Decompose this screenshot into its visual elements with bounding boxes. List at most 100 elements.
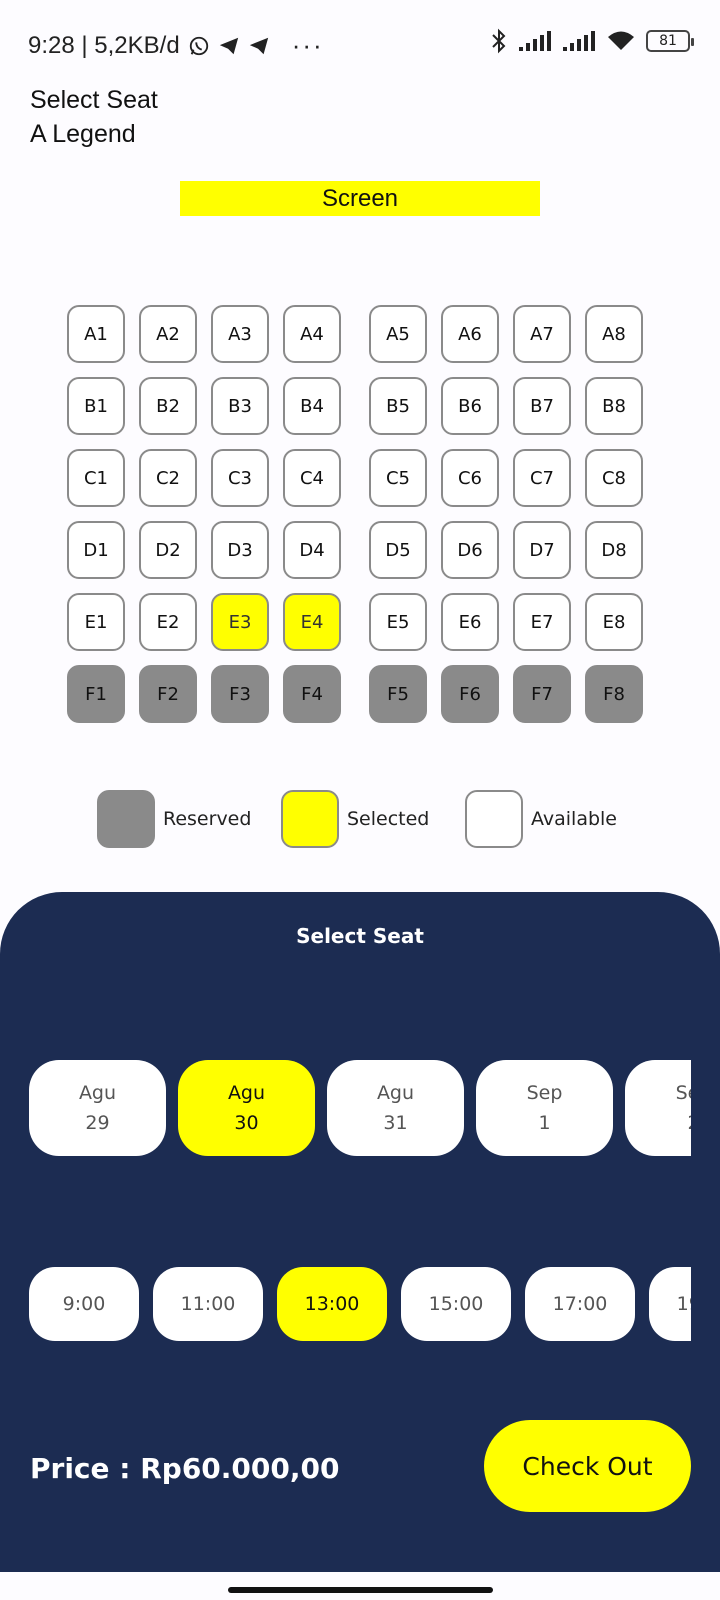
date-day: 31 [383,1112,408,1134]
time-chip[interactable]: 9:00 [29,1267,139,1341]
time-chip[interactable]: 15:00 [401,1267,511,1341]
cinema-screen: Screen [180,181,540,216]
seat-a3[interactable]: A3 [211,305,269,363]
seat-e3[interactable]: E3 [211,593,269,651]
booking-panel: Select Seat Agu 29 Agu 30 Agu 31 Sep 1 Sep 2 9:00… [0,892,720,1572]
seat-c1[interactable]: C1 [67,449,125,507]
signal-icon [518,31,552,51]
date-month: Agu [376,1082,415,1104]
seat-row-c: C1 C2 C3 C4 C5 C6 C7 C8 [67,449,653,507]
price-label: Price : Rp60.000,00 [30,1452,340,1485]
time-selector[interactable]: 9:0011:0013:0015:0017:00 19:00 [29,1267,691,1341]
seat-d1[interactable]: D1 [67,521,125,579]
seat-d8[interactable]: D8 [585,521,643,579]
legend-selected: Selected [281,790,429,848]
date-selector[interactable]: Agu 29 Agu 30 Agu 31 Sep 1 Sep 2 [29,1060,691,1156]
seat-b5[interactable]: B5 [369,377,427,435]
seat-a5[interactable]: A5 [369,305,427,363]
status-time-speed: 9:28 | 5,2KB/d [28,31,180,59]
seat-b2[interactable]: B2 [139,377,197,435]
seat-c8[interactable]: C8 [585,449,643,507]
legend-selected-swatch [281,790,339,848]
date-day: 30 [234,1112,259,1134]
home-indicator[interactable] [228,1587,493,1593]
seat-f5: F5 [369,665,427,723]
seat-b8[interactable]: B8 [585,377,643,435]
status-bar: 9:28 | 5,2KB/d ··· 81 [0,0,720,86]
seat-a7[interactable]: A7 [513,305,571,363]
date-card[interactable]: Agu 30 [178,1060,315,1156]
seat-c4[interactable]: C4 [283,449,341,507]
date-card[interactable]: Agu 31 [327,1060,464,1156]
seat-c3[interactable]: C3 [211,449,269,507]
seat-legend: Reserved Selected Available [0,790,720,848]
seat-b4[interactable]: B4 [283,377,341,435]
seat-d3[interactable]: D3 [211,521,269,579]
seat-e2[interactable]: E2 [139,593,197,651]
legend-selected-label: Selected [347,808,430,830]
panel-title: Select Seat [296,924,424,948]
page-subtitle: A Legend [30,120,136,148]
seat-row-b: B1 B2 B3 B4 B5 B6 B7 B8 [67,377,653,435]
more-dots: ··· [291,30,324,60]
seat-a2[interactable]: A2 [139,305,197,363]
seat-f2: F2 [139,665,197,723]
seat-e1[interactable]: E1 [67,593,125,651]
time-chip[interactable]: 11:00 [153,1267,263,1341]
seat-c6[interactable]: C6 [441,449,499,507]
seat-f1: F1 [67,665,125,723]
seat-row-d: D1 D2 D3 D4 D5 D6 D7 D8 [67,521,653,579]
seat-e5[interactable]: E5 [369,593,427,651]
seat-row-f: F1 F2 F3 F4 F5 F6 F7 F8 [67,665,653,723]
status-left: 9:28 | 5,2KB/d ··· [28,30,324,61]
date-card[interactable]: Sep 1 [476,1060,613,1156]
seat-f8: F8 [585,665,643,723]
seat-row-a: A1 A2 A3 A4 A5 A6 A7 A8 [67,305,653,363]
date-day: 1 [538,1112,551,1134]
seat-c2[interactable]: C2 [139,449,197,507]
signal-icon [562,31,596,51]
date-day: 2 [687,1112,691,1134]
time-chip[interactable]: 13:00 [277,1267,387,1341]
seat-c7[interactable]: C7 [513,449,571,507]
seat-f6: F6 [441,665,499,723]
whatsapp-icon [188,35,210,57]
date-card[interactable]: Sep 2 [625,1060,691,1156]
seat-b6[interactable]: B6 [441,377,499,435]
date-card[interactable]: Agu 29 [29,1060,166,1156]
legend-reserved-label: Reserved [163,808,252,830]
seat-d4[interactable]: D4 [283,521,341,579]
seat-d5[interactable]: D5 [369,521,427,579]
seat-f7: F7 [513,665,571,723]
telegram-icon [218,35,240,57]
bluetooth-icon [490,28,508,54]
seat-f3: F3 [211,665,269,723]
date-month: Sep [675,1082,691,1104]
seat-d2[interactable]: D2 [139,521,197,579]
seat-b3[interactable]: B3 [211,377,269,435]
time-chip[interactable]: 19:00 [649,1267,691,1341]
legend-reserved: Reserved [97,790,251,848]
seat-d7[interactable]: D7 [513,521,571,579]
seat-d6[interactable]: D6 [441,521,499,579]
page-title: Select Seat [30,86,158,114]
seat-a4[interactable]: A4 [283,305,341,363]
date-month: Agu [227,1082,266,1104]
seat-a6[interactable]: A6 [441,305,499,363]
seat-c5[interactable]: C5 [369,449,427,507]
checkout-button[interactable]: Check Out [484,1420,691,1512]
wifi-icon [606,30,636,52]
date-month: Sep [526,1082,563,1104]
seat-b7[interactable]: B7 [513,377,571,435]
seat-e7[interactable]: E7 [513,593,571,651]
status-right: 81 [490,28,694,54]
seat-e4[interactable]: E4 [283,593,341,651]
legend-available-swatch [465,790,523,848]
seat-a8[interactable]: A8 [585,305,643,363]
legend-available-label: Available [531,808,618,830]
seat-b1[interactable]: B1 [67,377,125,435]
time-chip[interactable]: 17:00 [525,1267,635,1341]
seat-e8[interactable]: E8 [585,593,643,651]
seat-a1[interactable]: A1 [67,305,125,363]
seat-e6[interactable]: E6 [441,593,499,651]
